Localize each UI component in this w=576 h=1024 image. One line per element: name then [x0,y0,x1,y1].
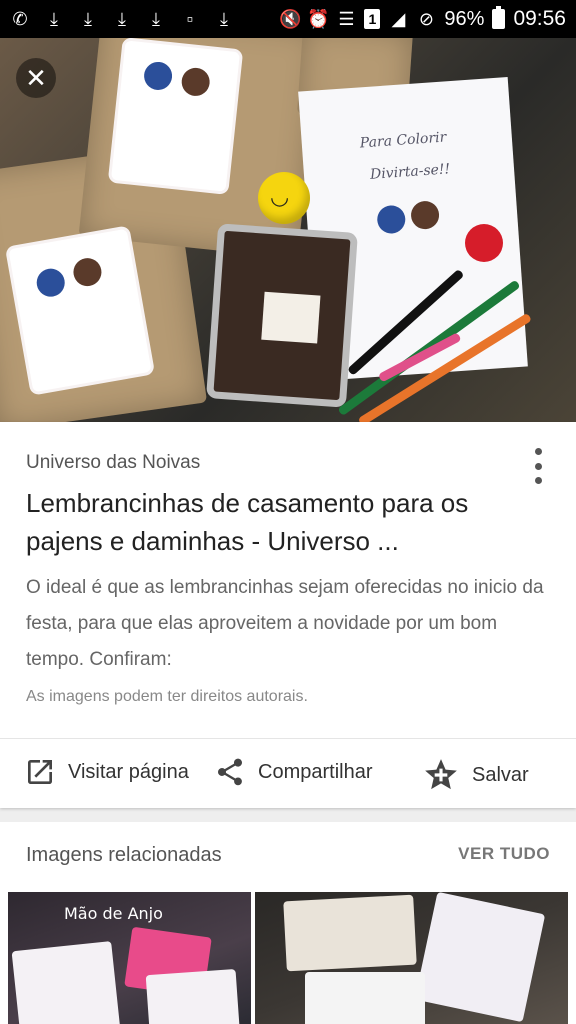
red-sharpener [465,224,503,262]
chocolate-tray [206,223,358,408]
visit-page-button[interactable]: Visitar página [24,756,189,788]
result-description: O ideal é que as lembrancinhas sejam ofe… [26,577,544,670]
result-info-card: Universo das Noivas Lembrancinhas de cas… [0,422,576,808]
close-icon: ✕ [25,63,47,93]
booklet-title: Para Colorir [359,129,447,152]
related-image-thumbnail[interactable]: Mão de Anjo [8,892,251,1024]
download-icon: ⤓ [152,8,160,29]
star-add-icon [425,759,457,790]
save-label: Salvar [472,763,529,786]
thumbnail-card [283,894,417,972]
share-label: Compartilhar [258,760,373,783]
outlook-icon: ▫ [186,8,194,29]
dot-icon [534,477,542,484]
no-signal-icon: ◢ [391,8,406,29]
notification-icons: ✆ ⤓ ⤓ ⤓ ⤓ ▫ ⤓ [10,8,234,30]
dot-icon [534,448,542,455]
clock: 09:56 [513,7,566,30]
do-not-disturb-icon: ⊘ [418,8,434,29]
download-icon: ⤓ [220,8,228,29]
action-bar: Visitar página Compartilhar Salvar [0,740,576,808]
battery-percent: 96% [444,7,485,30]
thumbnail-caption: Mão de Anjo [64,904,163,923]
see-all-button[interactable]: VER TUDO [458,844,550,864]
save-button[interactable]: Salvar [422,756,529,794]
dot-icon [534,462,542,470]
thumbnail-card [11,941,121,1024]
related-image-thumbnail[interactable] [255,892,568,1024]
more-options-button[interactable] [526,448,550,484]
related-images-title: Imagens relacionadas [26,844,222,866]
hero-image[interactable]: Para Colorir Divirta-se!! ✕ [0,38,576,422]
source-name[interactable]: Universo das Noivas [26,452,200,474]
tray-label [261,291,321,344]
download-icon: ⤓ [84,8,92,29]
system-icons: 🔇 ⏰ ☰ 1 ◢ ⊘ 96% 09:56 [279,6,566,31]
download-icon: ⤓ [50,8,58,29]
open-in-new-icon [28,760,52,784]
divider [0,738,576,739]
sim-indicator: 1 [364,9,381,29]
tag-card [110,40,241,192]
related-images-section: Imagens relacionadas VER TUDO Mão de Anj… [0,822,576,1024]
download-icon: ⤓ [118,8,126,29]
battery-icon [492,6,506,29]
smiley-ball [258,172,310,224]
visit-page-label: Visitar página [68,760,189,783]
tag-card [8,228,152,393]
share-button[interactable]: Compartilhar [214,756,372,788]
thumbnail-card [305,972,425,1024]
alarm-icon: ⏰ [307,8,330,29]
close-button[interactable]: ✕ [16,58,56,98]
mute-icon: 🔇 [279,8,302,29]
copyright-notice: As imagens podem ter direitos autorais. [26,688,308,705]
thumbnail-card [414,892,546,1023]
thumbnail-card [145,968,241,1024]
status-bar: ✆ ⤓ ⤓ ⤓ ⤓ ▫ ⤓ 🔇 ⏰ ☰ 1 ◢ ⊘ 96% 09:56 [0,0,576,38]
result-title[interactable]: Lembrancinhas de casamento para os pajen… [26,484,546,560]
booklet-subtitle: Divirta-se!! [369,161,451,183]
wifi-icon: ☰ [338,8,355,29]
whatsapp-icon: ✆ [12,8,28,29]
share-icon [217,758,242,786]
